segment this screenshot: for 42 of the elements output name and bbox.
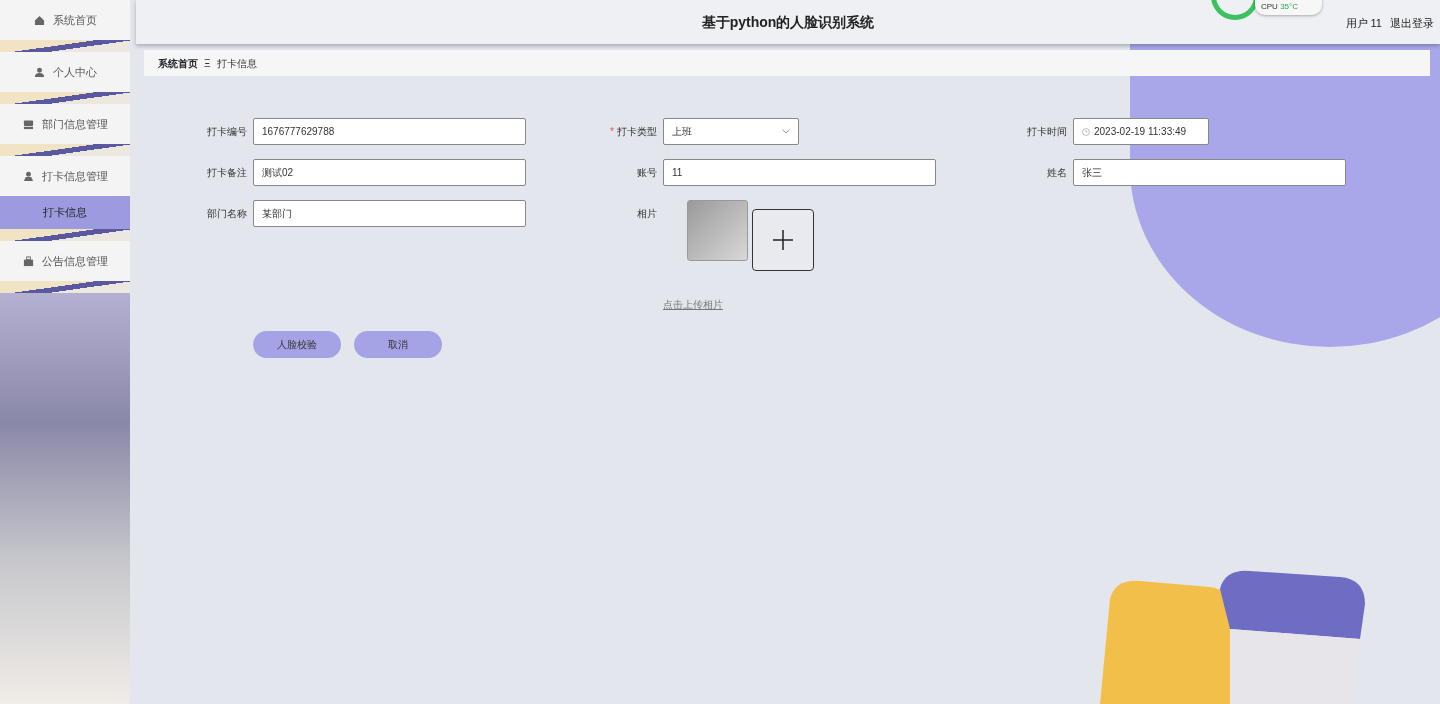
- upload-hint-link[interactable]: 点击上传相片: [663, 297, 1440, 312]
- briefcase-icon: [22, 255, 34, 267]
- plus-icon: [773, 230, 793, 250]
- sidebar-item[interactable]: 个人中心: [0, 52, 130, 92]
- text-field[interactable]: 11: [663, 159, 936, 186]
- text-field[interactable]: 张三: [1073, 159, 1346, 186]
- text-field[interactable]: 1676777629788: [253, 118, 526, 145]
- select-field[interactable]: 上班: [663, 118, 799, 145]
- cpu-temperature: 35°C: [1280, 2, 1298, 11]
- sidebar-item[interactable]: 公告信息管理: [0, 241, 130, 281]
- sidebar-item[interactable]: 部门信息管理: [0, 104, 130, 144]
- field-label: 账号: [636, 166, 657, 180]
- chevron-down-icon: [782, 129, 790, 134]
- sidebar-item[interactable]: 打卡信息管理: [0, 156, 130, 196]
- person-icon: [22, 170, 34, 182]
- photo-placeholder: [687, 200, 748, 261]
- field-label: 打卡时间: [1026, 125, 1067, 139]
- sidebar-subitem[interactable]: 打卡信息: [0, 196, 130, 229]
- text-field[interactable]: 某部门: [253, 200, 526, 227]
- field-label: 部门名称: [206, 207, 247, 221]
- field-label: 相片: [636, 207, 657, 221]
- upload-button[interactable]: [752, 209, 814, 271]
- form-button[interactable]: 人脸校验: [253, 331, 341, 358]
- logout-link[interactable]: 退出登录: [1390, 15, 1434, 32]
- date-time-field[interactable]: 2023-02-19 11:33:49: [1073, 118, 1209, 145]
- form-button[interactable]: 取消: [354, 331, 442, 358]
- sidebar-item[interactable]: 系统首页: [0, 0, 130, 40]
- breadcrumb-separator: Ξ: [204, 56, 211, 71]
- field-label: * 打卡类型: [609, 125, 657, 139]
- home-icon: [33, 14, 45, 26]
- field-label: 姓名: [1046, 166, 1067, 180]
- app-title: 基于python的人脸识别系统: [701, 12, 875, 32]
- monitor-icon: [22, 118, 34, 130]
- text-field[interactable]: 测试02: [253, 159, 526, 186]
- breadcrumb-current: 打卡信息: [216, 56, 257, 71]
- person-icon: [33, 66, 45, 78]
- field-label: 打卡备注: [206, 166, 247, 180]
- cpu-label: CPU: [1261, 2, 1279, 11]
- field-label: 打卡编号: [206, 125, 247, 139]
- user-label: 用户 11: [1345, 16, 1382, 31]
- breadcrumb-home-link[interactable]: 系统首页: [158, 55, 198, 71]
- clock-icon: [1082, 127, 1090, 136]
